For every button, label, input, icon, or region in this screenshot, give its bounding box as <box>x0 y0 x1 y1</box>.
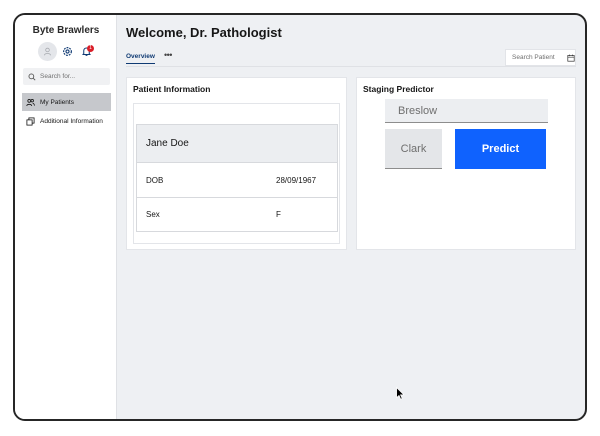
search-icon <box>28 73 36 81</box>
table-row: DOB 28/09/1967 <box>137 163 337 197</box>
avatar[interactable] <box>38 42 57 61</box>
brand-name: Byte Brawlers <box>32 25 100 36</box>
predict-button[interactable]: Predict <box>455 129 546 169</box>
more-tabs-button[interactable]: ••• <box>164 50 172 60</box>
copy-icon <box>26 116 35 126</box>
patient-name: Jane Doe <box>137 125 337 163</box>
sidebar-item-label: My Patients <box>40 98 74 106</box>
tab-overview[interactable]: Overview <box>126 53 155 64</box>
patient-table: Jane Doe DOB 28/09/1967 Sex F <box>136 124 338 232</box>
users-icon <box>26 98 35 106</box>
sidebar-search <box>23 68 110 85</box>
sidebar-item-additional-information[interactable]: Additional Information <box>22 112 111 130</box>
row-label: Sex <box>146 210 160 219</box>
row-value: 28/09/1967 <box>276 175 317 185</box>
settings-button[interactable] <box>60 44 74 58</box>
patient-table-container: Jane Doe DOB 28/09/1967 Sex F <box>133 103 340 244</box>
patient-information-card: Patient Information Jane Doe DOB 28/09/1… <box>126 77 347 250</box>
staging-predictor-card: Staging Predictor Clark Predict <box>356 77 576 250</box>
sidebar: Byte Brawlers 1 Search for... My Patient… <box>15 15 117 419</box>
sidebar-search-input[interactable] <box>40 73 106 80</box>
tab-divider <box>126 66 576 67</box>
breslow-input[interactable] <box>385 99 548 123</box>
patient-card-title: Patient Information <box>133 84 211 94</box>
sidebar-item-my-patients[interactable]: My Patients <box>22 93 111 111</box>
page-title: Welcome, Dr. Pathologist <box>126 25 282 40</box>
calendar-icon[interactable] <box>567 54 575 62</box>
gear-icon <box>62 46 72 56</box>
notification-badge: 1 <box>87 45 94 52</box>
patient-search <box>505 49 576 66</box>
mouse-cursor-icon <box>396 387 405 400</box>
staging-card-title: Staging Predictor <box>363 84 434 94</box>
table-row: Sex F <box>137 197 337 231</box>
patient-search-input[interactable] <box>512 54 562 61</box>
sidebar-item-label: Additional Information <box>40 117 103 125</box>
user-icon <box>44 47 51 56</box>
app-window: Byte Brawlers 1 Search for... My Patient… <box>13 13 587 421</box>
row-value: F <box>276 210 281 219</box>
row-label: DOB <box>146 175 164 185</box>
clark-select[interactable]: Clark <box>385 129 442 169</box>
